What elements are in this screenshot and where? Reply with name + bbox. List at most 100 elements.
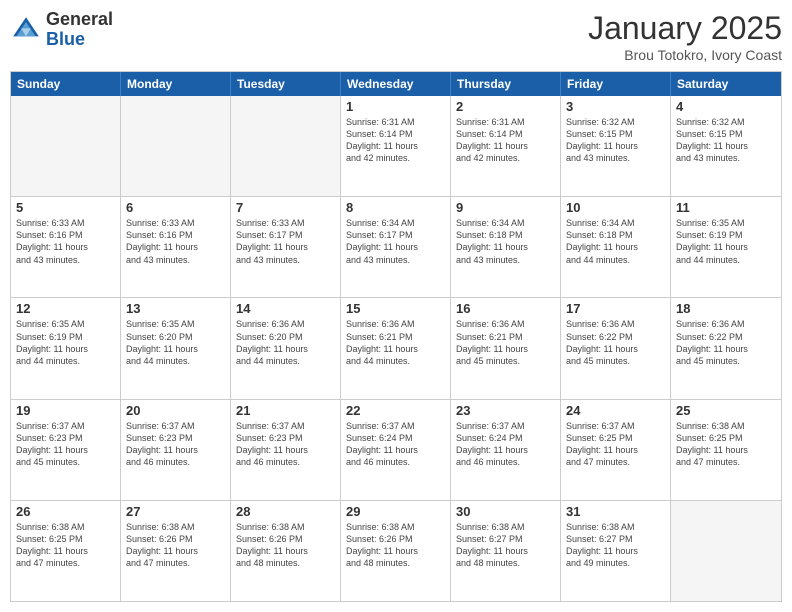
cal-cell-w2-d3: 15Sunrise: 6:36 AM Sunset: 6:21 PM Dayli… [341, 298, 451, 398]
day-num-3: 3 [566, 99, 665, 114]
cal-cell-w3-d0: 19 Sunrise: 6:37 AM Sunset: 6:23 PM Dayli… [11, 400, 121, 500]
cal-cell-w4-d0: 26 Sunrise: 6:38 AM Sunset: 6:25 PM Dayli… [11, 501, 121, 601]
cal-cell-w3-d6: 25 Sunrise: 6:38 AM Sunset: 6:25 PM Dayli… [671, 400, 781, 500]
day-info-5: Sunrise: 6:33 AM Sunset: 6:16 PM Dayligh… [16, 217, 115, 266]
day-info-4: Sunrise: 6:32 AM Sunset: 6:15 PM Dayligh… [676, 116, 776, 165]
day-num-26: 26 [16, 504, 115, 519]
cal-cell-w3-d5: 24Sunrise: 6:37 AM Sunset: 6:25 PM Dayli… [561, 400, 671, 500]
calendar-body: 1Sunrise: 6:31 AM Sunset: 6:14 PM Daylig… [11, 96, 781, 601]
day-info-10: Sunrise: 6:34 AM Sunset: 6:18 PM Dayligh… [566, 217, 665, 266]
day-num-16: 16 [456, 301, 555, 316]
month-title: January 2025 [588, 10, 782, 47]
day-info-21: Sunrise: 6:37 AM Sunset: 6:23 PM Dayligh… [236, 420, 335, 469]
header-tuesday: Tuesday [231, 72, 341, 96]
day-info-27: Sunrise: 6:38 AM Sunset: 6:26 PM Dayligh… [126, 521, 225, 570]
week-row-4: 26 Sunrise: 6:38 AM Sunset: 6:25 PM Dayli… [11, 500, 781, 601]
day-num-29: 29 [346, 504, 445, 519]
day-num-27: 27 [126, 504, 225, 519]
day-info-9: Sunrise: 6:34 AM Sunset: 6:18 PM Dayligh… [456, 217, 555, 266]
cal-cell-w4-d1: 27 Sunrise: 6:38 AM Sunset: 6:26 PM Dayli… [121, 501, 231, 601]
day-info-25: Sunrise: 6:38 AM Sunset: 6:25 PM Dayligh… [676, 420, 776, 469]
week-row-0: 1Sunrise: 6:31 AM Sunset: 6:14 PM Daylig… [11, 96, 781, 196]
cal-cell-w0-d1 [121, 96, 231, 196]
cal-cell-w3-d2: 21 Sunrise: 6:37 AM Sunset: 6:23 PM Dayli… [231, 400, 341, 500]
day-info-11: Sunrise: 6:35 AM Sunset: 6:19 PM Dayligh… [676, 217, 776, 266]
day-info-2: Sunrise: 6:31 AM Sunset: 6:14 PM Dayligh… [456, 116, 555, 165]
day-num-14: 14 [236, 301, 335, 316]
day-num-11: 11 [676, 200, 776, 215]
day-num-18: 18 [676, 301, 776, 316]
cal-cell-w2-d1: 13Sunrise: 6:35 AM Sunset: 6:20 PM Dayli… [121, 298, 231, 398]
cal-cell-w4-d3: 29 Sunrise: 6:38 AM Sunset: 6:26 PM Dayli… [341, 501, 451, 601]
day-info-16: Sunrise: 6:36 AM Sunset: 6:21 PM Dayligh… [456, 318, 555, 367]
day-info-14: Sunrise: 6:36 AM Sunset: 6:20 PM Dayligh… [236, 318, 335, 367]
day-num-21: 21 [236, 403, 335, 418]
day-info-20: Sunrise: 6:37 AM Sunset: 6:23 PM Dayligh… [126, 420, 225, 469]
day-num-15: 15 [346, 301, 445, 316]
day-num-30: 30 [456, 504, 555, 519]
header: General Blue January 2025 Brou Totokro, … [10, 10, 782, 63]
cal-cell-w1-d2: 7 Sunrise: 6:33 AM Sunset: 6:17 PM Daylig… [231, 197, 341, 297]
day-info-6: Sunrise: 6:33 AM Sunset: 6:16 PM Dayligh… [126, 217, 225, 266]
cal-cell-w1-d0: 5 Sunrise: 6:33 AM Sunset: 6:16 PM Daylig… [11, 197, 121, 297]
day-num-25: 25 [676, 403, 776, 418]
day-num-17: 17 [566, 301, 665, 316]
cal-cell-w0-d2 [231, 96, 341, 196]
cal-cell-w3-d3: 22Sunrise: 6:37 AM Sunset: 6:24 PM Dayli… [341, 400, 451, 500]
cal-cell-w4-d4: 30 Sunrise: 6:38 AM Sunset: 6:27 PM Dayli… [451, 501, 561, 601]
cal-cell-w1-d3: 8 Sunrise: 6:34 AM Sunset: 6:17 PM Daylig… [341, 197, 451, 297]
day-num-10: 10 [566, 200, 665, 215]
logo: General Blue [10, 10, 113, 50]
cal-cell-w2-d0: 12Sunrise: 6:35 AM Sunset: 6:19 PM Dayli… [11, 298, 121, 398]
cal-cell-w0-d4: 2Sunrise: 6:31 AM Sunset: 6:14 PM Daylig… [451, 96, 561, 196]
logo-text: General Blue [46, 10, 113, 50]
day-num-4: 4 [676, 99, 776, 114]
day-info-29: Sunrise: 6:38 AM Sunset: 6:26 PM Dayligh… [346, 521, 445, 570]
page: General Blue January 2025 Brou Totokro, … [0, 0, 792, 612]
day-num-5: 5 [16, 200, 115, 215]
title-section: January 2025 Brou Totokro, Ivory Coast [588, 10, 782, 63]
day-info-1: Sunrise: 6:31 AM Sunset: 6:14 PM Dayligh… [346, 116, 445, 165]
location: Brou Totokro, Ivory Coast [588, 47, 782, 63]
cal-cell-w4-d6 [671, 501, 781, 601]
cal-cell-w0-d6: 4 Sunrise: 6:32 AM Sunset: 6:15 PM Daylig… [671, 96, 781, 196]
header-thursday: Thursday [451, 72, 561, 96]
cal-cell-w0-d3: 1Sunrise: 6:31 AM Sunset: 6:14 PM Daylig… [341, 96, 451, 196]
cal-cell-w2-d6: 18 Sunrise: 6:36 AM Sunset: 6:22 PM Dayli… [671, 298, 781, 398]
week-row-2: 12Sunrise: 6:35 AM Sunset: 6:19 PM Dayli… [11, 297, 781, 398]
cal-cell-w1-d1: 6 Sunrise: 6:33 AM Sunset: 6:16 PM Daylig… [121, 197, 231, 297]
week-row-3: 19 Sunrise: 6:37 AM Sunset: 6:23 PM Dayli… [11, 399, 781, 500]
day-info-26: Sunrise: 6:38 AM Sunset: 6:25 PM Dayligh… [16, 521, 115, 570]
day-info-3: Sunrise: 6:32 AM Sunset: 6:15 PM Dayligh… [566, 116, 665, 165]
day-num-22: 22 [346, 403, 445, 418]
day-info-23: Sunrise: 6:37 AM Sunset: 6:24 PM Dayligh… [456, 420, 555, 469]
day-num-19: 19 [16, 403, 115, 418]
day-info-28: Sunrise: 6:38 AM Sunset: 6:26 PM Dayligh… [236, 521, 335, 570]
header-sunday: Sunday [11, 72, 121, 96]
week-row-1: 5 Sunrise: 6:33 AM Sunset: 6:16 PM Daylig… [11, 196, 781, 297]
day-info-24: Sunrise: 6:37 AM Sunset: 6:25 PM Dayligh… [566, 420, 665, 469]
header-wednesday: Wednesday [341, 72, 451, 96]
day-info-19: Sunrise: 6:37 AM Sunset: 6:23 PM Dayligh… [16, 420, 115, 469]
cal-cell-w0-d5: 3 Sunrise: 6:32 AM Sunset: 6:15 PM Daylig… [561, 96, 671, 196]
cal-cell-w2-d2: 14 Sunrise: 6:36 AM Sunset: 6:20 PM Dayli… [231, 298, 341, 398]
cal-cell-w2-d4: 16 Sunrise: 6:36 AM Sunset: 6:21 PM Dayli… [451, 298, 561, 398]
day-info-13: Sunrise: 6:35 AM Sunset: 6:20 PM Dayligh… [126, 318, 225, 367]
day-num-6: 6 [126, 200, 225, 215]
logo-blue-text: Blue [46, 29, 85, 49]
day-info-30: Sunrise: 6:38 AM Sunset: 6:27 PM Dayligh… [456, 521, 555, 570]
day-info-7: Sunrise: 6:33 AM Sunset: 6:17 PM Dayligh… [236, 217, 335, 266]
calendar-header: Sunday Monday Tuesday Wednesday Thursday… [11, 72, 781, 96]
day-info-18: Sunrise: 6:36 AM Sunset: 6:22 PM Dayligh… [676, 318, 776, 367]
day-num-8: 8 [346, 200, 445, 215]
day-info-8: Sunrise: 6:34 AM Sunset: 6:17 PM Dayligh… [346, 217, 445, 266]
calendar: Sunday Monday Tuesday Wednesday Thursday… [10, 71, 782, 602]
day-num-31: 31 [566, 504, 665, 519]
day-num-20: 20 [126, 403, 225, 418]
day-info-17: Sunrise: 6:36 AM Sunset: 6:22 PM Dayligh… [566, 318, 665, 367]
cal-cell-w4-d2: 28Sunrise: 6:38 AM Sunset: 6:26 PM Dayli… [231, 501, 341, 601]
header-monday: Monday [121, 72, 231, 96]
day-num-9: 9 [456, 200, 555, 215]
day-num-7: 7 [236, 200, 335, 215]
day-info-12: Sunrise: 6:35 AM Sunset: 6:19 PM Dayligh… [16, 318, 115, 367]
